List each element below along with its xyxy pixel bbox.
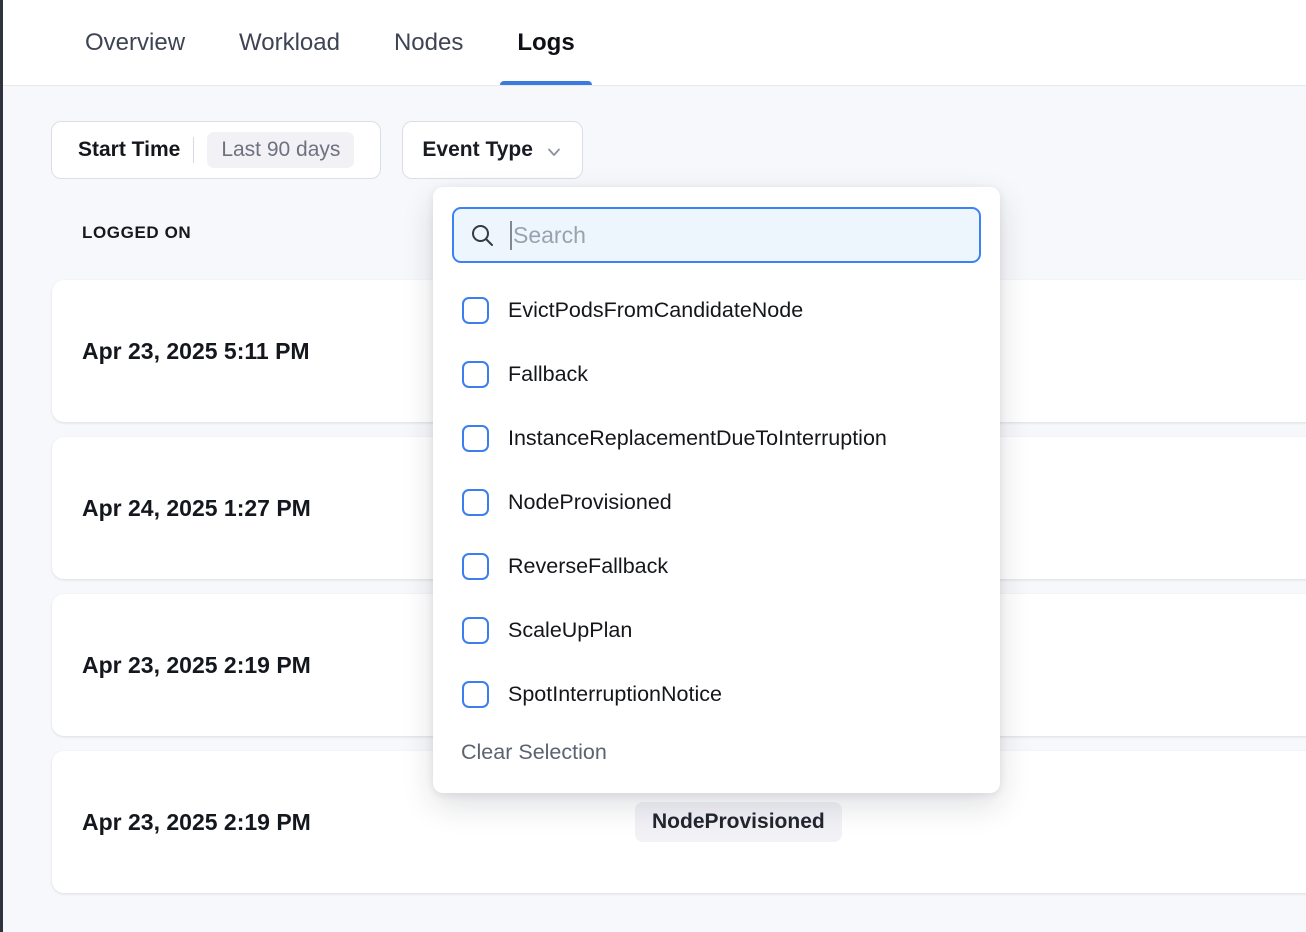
event-type-option[interactable]: EvictPodsFromCandidateNode bbox=[433, 278, 1000, 342]
event-type-options-list: EvictPodsFromCandidateNode Fallback Inst… bbox=[433, 278, 1000, 726]
start-time-label: Start Time bbox=[78, 138, 180, 162]
event-type-option-label: Fallback bbox=[508, 362, 588, 387]
tab-overview[interactable]: Overview bbox=[83, 0, 187, 85]
event-type-option[interactable]: NodeProvisioned bbox=[433, 470, 1000, 534]
tab-label: Logs bbox=[517, 29, 574, 57]
event-type-badge: NodeProvisioned bbox=[635, 802, 842, 842]
logged-on-value: Apr 23, 2025 2:19 PM bbox=[82, 652, 311, 679]
event-type-option-label: ScaleUpPlan bbox=[508, 618, 632, 643]
tab-workload[interactable]: Workload bbox=[237, 0, 342, 85]
event-type-option[interactable]: SpotInterruptionNotice bbox=[433, 662, 1000, 726]
checkbox-unchecked[interactable] bbox=[462, 681, 489, 708]
event-type-filter-button[interactable]: Event Type bbox=[402, 121, 582, 179]
filter-divider bbox=[193, 137, 194, 163]
start-time-value: Last 90 days bbox=[207, 132, 354, 168]
filter-bar: Start Time Last 90 days Event Type bbox=[51, 121, 1306, 179]
checkbox-unchecked[interactable] bbox=[462, 425, 489, 452]
logged-on-value: Apr 23, 2025 2:19 PM bbox=[82, 809, 311, 836]
tab-label: Nodes bbox=[394, 29, 463, 57]
logged-on-value: Apr 24, 2025 1:27 PM bbox=[82, 495, 311, 522]
checkbox-unchecked[interactable] bbox=[462, 489, 489, 516]
search-input[interactable] bbox=[513, 222, 964, 249]
logged-on-value: Apr 23, 2025 5:11 PM bbox=[82, 338, 310, 365]
event-type-option-label: InstanceReplacementDueToInterruption bbox=[508, 426, 887, 451]
checkbox-unchecked[interactable] bbox=[462, 297, 489, 324]
left-edge-border bbox=[0, 0, 3, 932]
magnifier-icon bbox=[469, 222, 496, 249]
event-type-option[interactable]: InstanceReplacementDueToInterruption bbox=[433, 406, 1000, 470]
tab-bar: Overview Workload Nodes Logs bbox=[0, 0, 1306, 86]
chevron-down-icon bbox=[545, 143, 563, 161]
text-cursor bbox=[510, 221, 512, 250]
tab-label: Workload bbox=[239, 29, 340, 57]
event-type-option[interactable]: Fallback bbox=[433, 342, 1000, 406]
start-time-filter[interactable]: Start Time Last 90 days bbox=[51, 121, 381, 179]
checkbox-unchecked[interactable] bbox=[462, 617, 489, 644]
checkbox-unchecked[interactable] bbox=[462, 361, 489, 388]
event-type-option-label: SpotInterruptionNotice bbox=[508, 682, 722, 707]
event-type-option-label: ReverseFallback bbox=[508, 554, 668, 579]
clear-selection-button[interactable]: Clear Selection bbox=[461, 740, 607, 765]
tab-label: Overview bbox=[85, 29, 185, 57]
event-type-option-label: EvictPodsFromCandidateNode bbox=[508, 298, 803, 323]
event-type-dropdown: EvictPodsFromCandidateNode Fallback Inst… bbox=[433, 187, 1000, 793]
checkbox-unchecked[interactable] bbox=[462, 553, 489, 580]
tab-nodes[interactable]: Nodes bbox=[392, 0, 465, 85]
event-type-option[interactable]: ReverseFallback bbox=[433, 534, 1000, 598]
dropdown-search-box[interactable] bbox=[452, 207, 981, 263]
event-type-option[interactable]: ScaleUpPlan bbox=[433, 598, 1000, 662]
event-type-label: Event Type bbox=[422, 138, 532, 162]
tab-logs[interactable]: Logs bbox=[515, 0, 576, 85]
event-type-option-label: NodeProvisioned bbox=[508, 490, 672, 515]
